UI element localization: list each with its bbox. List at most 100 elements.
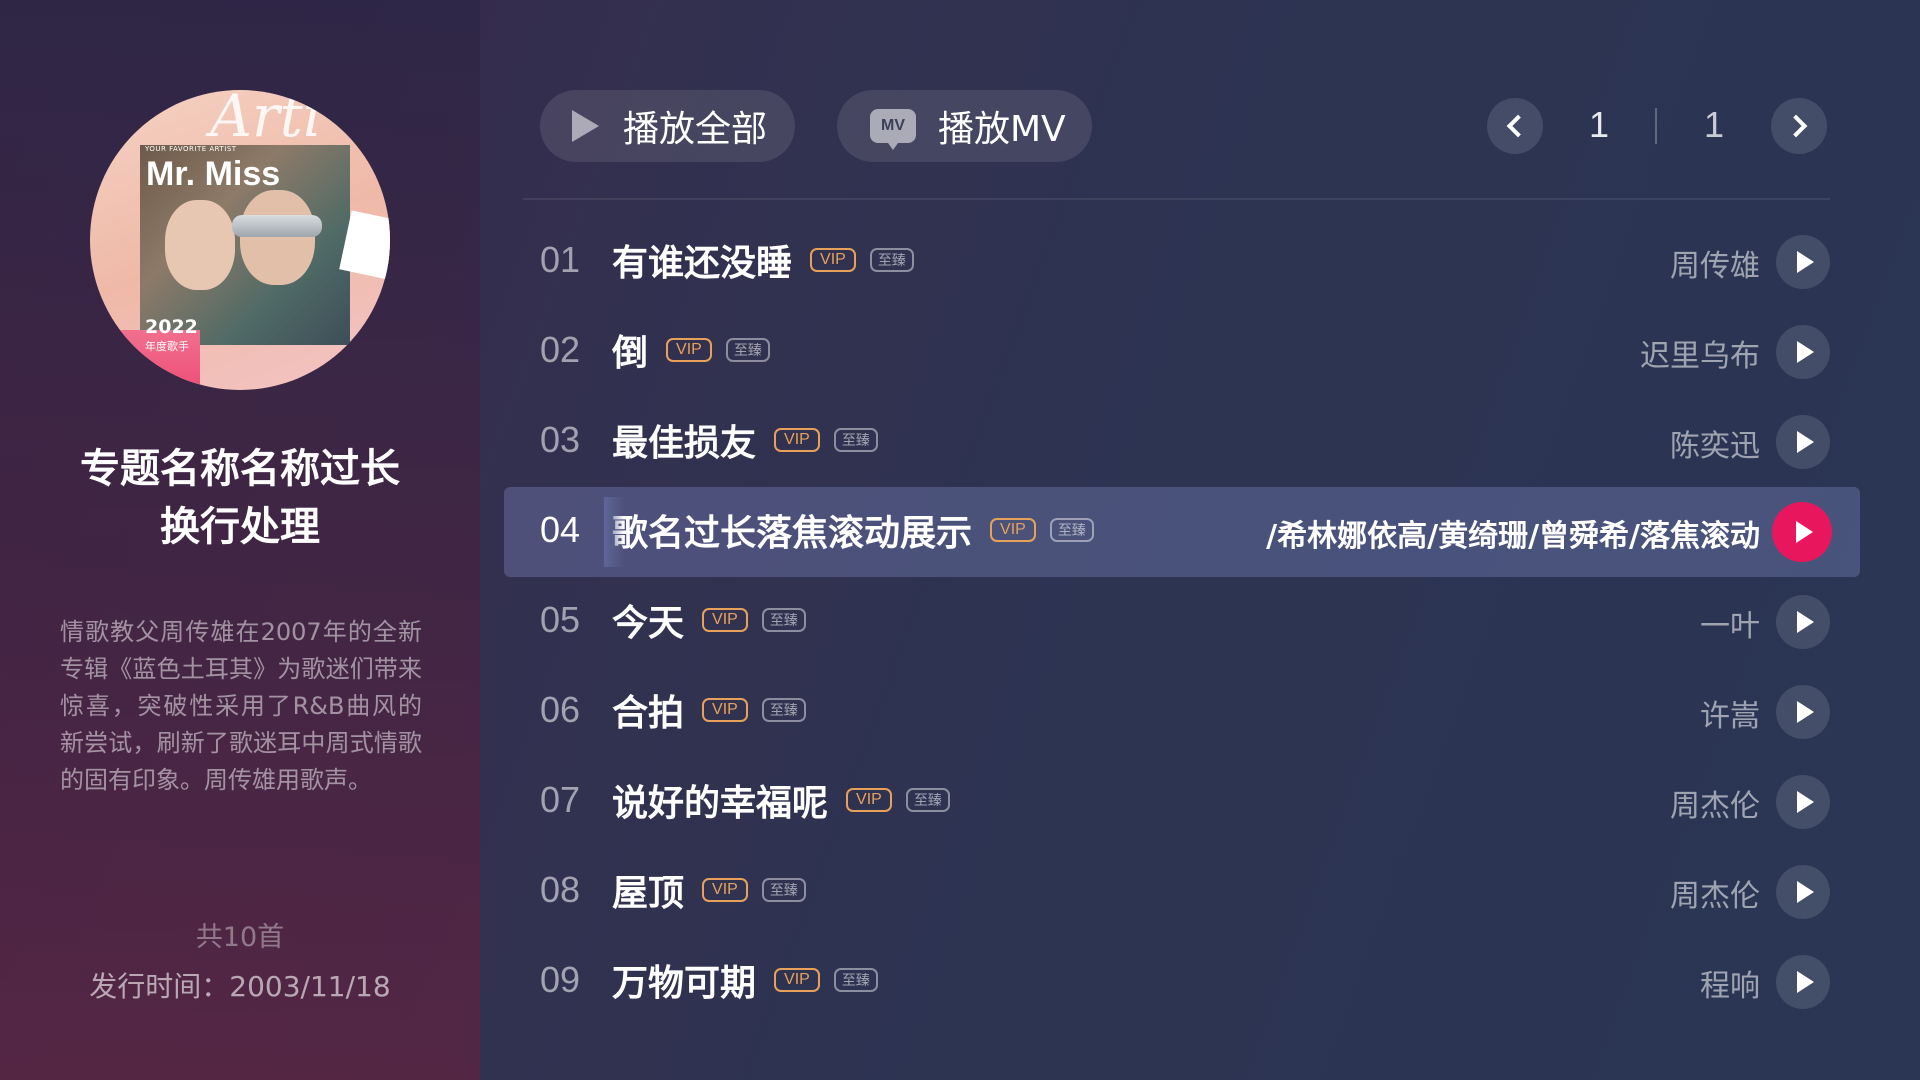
- track-row[interactable]: 01 有谁还没睡 VIP 至臻 周传雄: [504, 217, 1860, 307]
- track-title-group: 歌名过长落焦滚动展示 VIP 至臻: [612, 505, 1094, 555]
- album-title-line1: 专题名称名称过长: [80, 446, 400, 492]
- track-number: 06: [540, 689, 581, 730]
- track-artist: 一叶: [1700, 609, 1760, 644]
- release-date: 发行时间：2003/11/18: [89, 970, 391, 1003]
- cover-visor: [232, 215, 322, 237]
- cover-figure-left: [165, 200, 235, 290]
- play-icon: [1796, 521, 1813, 543]
- track-title-group: 万物可期 VIP 至臻: [612, 955, 878, 1005]
- vip-badge: VIP: [990, 518, 1036, 542]
- hifi-badge: 至臻: [869, 248, 914, 272]
- hifi-badge: 至臻: [725, 338, 770, 362]
- track-title-group: 说好的幸福呢 VIP 至臻: [612, 775, 950, 825]
- track-title-group: 合拍 VIP 至臻: [612, 685, 806, 735]
- track-row[interactable]: 09 万物可期 VIP 至臻 程响: [504, 937, 1860, 1027]
- cover-script-text: Arti: [210, 90, 322, 150]
- vip-badge: VIP: [702, 608, 748, 632]
- track-row[interactable]: 02 倒 VIP 至臻 迟里乌布: [504, 307, 1860, 397]
- current-page: 1: [1589, 104, 1610, 145]
- toolbar-divider: [523, 198, 1830, 200]
- track-play-button[interactable]: [1776, 955, 1830, 1009]
- track-artist: 迟里乌布: [1640, 339, 1760, 374]
- album-info-panel: Arti YOUR FAVORITE ARTIST Mr. Miss 2022 …: [0, 0, 480, 1080]
- play-mv-button[interactable]: MV 播放MV: [837, 90, 1092, 162]
- vip-badge: VIP: [774, 428, 820, 452]
- total-pages: 1: [1704, 104, 1725, 145]
- track-title: 有谁还没睡: [612, 243, 793, 284]
- track-title: 屋顶: [612, 873, 685, 914]
- pager: 1 1: [1487, 98, 1827, 154]
- pager-separator: [1655, 108, 1657, 144]
- hifi-badge: 至臻: [1049, 518, 1094, 542]
- track-row[interactable]: 05 今天 VIP 至臻 一叶: [504, 577, 1860, 667]
- cover-year: 2022: [145, 316, 198, 338]
- hifi-badge: 至臻: [761, 608, 806, 632]
- play-icon: [1797, 431, 1814, 453]
- track-number: 04: [540, 509, 581, 550]
- hifi-badge: 至臻: [905, 788, 950, 812]
- track-play-button[interactable]: [1776, 865, 1830, 919]
- play-mv-label: 播放MV: [938, 109, 1066, 150]
- hifi-badge: 至臻: [761, 698, 806, 722]
- track-artist: 许嵩: [1700, 699, 1760, 734]
- play-icon: [1797, 791, 1814, 813]
- track-row[interactable]: 06 合拍 VIP 至臻 许嵩: [504, 667, 1860, 757]
- track-title-group: 屋顶 VIP 至臻: [612, 865, 806, 915]
- track-artist: 程响: [1700, 969, 1760, 1004]
- track-row[interactable]: 07 说好的幸福呢 VIP 至臻 周杰伦: [504, 757, 1860, 847]
- track-play-button[interactable]: [1776, 685, 1830, 739]
- track-title-group: 今天 VIP 至臻: [612, 595, 806, 645]
- scroll-fade-mask: [604, 497, 624, 567]
- track-title-group: 倒 VIP 至臻: [612, 325, 770, 375]
- chevron-right-icon: [1784, 114, 1808, 138]
- track-title: 歌名过长落焦滚动展示: [612, 513, 973, 554]
- album-title: 专题名称名称过长 换行处理: [40, 440, 440, 556]
- track-number: 03: [540, 419, 581, 460]
- track-artist: 周传雄: [1670, 249, 1760, 284]
- track-number: 02: [540, 329, 581, 370]
- album-cover: Arti YOUR FAVORITE ARTIST Mr. Miss 2022 …: [90, 90, 390, 390]
- track-title: 说好的幸福呢: [612, 783, 829, 824]
- vip-badge: VIP: [702, 698, 748, 722]
- track-row-focused[interactable]: 04 歌名过长落焦滚动展示 VIP 至臻 /希林娜依高/黄绮珊/曾舜希/落焦滚动: [504, 487, 1860, 577]
- track-artist: 周杰伦: [1670, 879, 1760, 914]
- track-play-button[interactable]: [1776, 415, 1830, 469]
- play-all-label: 播放全部: [623, 109, 768, 150]
- track-title: 万物可期: [612, 963, 757, 1004]
- next-page-button[interactable]: [1771, 98, 1827, 154]
- play-icon: [1797, 971, 1814, 993]
- cover-small-text: YOUR FAVORITE ARTIST: [145, 145, 237, 153]
- track-title-group: 最佳损友 VIP 至臻: [612, 415, 878, 465]
- vip-badge: VIP: [774, 968, 820, 992]
- track-number: 01: [540, 239, 581, 280]
- track-number: 09: [540, 959, 581, 1000]
- track-artist: 陈奕迅: [1670, 429, 1760, 464]
- hifi-badge: 至臻: [833, 968, 878, 992]
- track-title: 最佳损友: [612, 423, 757, 464]
- track-play-button[interactable]: [1776, 775, 1830, 829]
- play-icon: [1797, 251, 1814, 273]
- track-artist: /希林娜依高/黄绮珊/曾舜希/落焦滚动: [1266, 519, 1760, 554]
- hifi-badge: 至臻: [833, 428, 878, 452]
- chevron-left-icon: [1506, 114, 1530, 138]
- cover-artist-name: Mr. Miss: [146, 155, 281, 193]
- vip-badge: VIP: [666, 338, 712, 362]
- vip-badge: VIP: [846, 788, 892, 812]
- play-icon: [1797, 881, 1814, 903]
- track-row[interactable]: 08 屋顶 VIP 至臻 周杰伦: [504, 847, 1860, 937]
- track-title: 倒: [612, 333, 649, 374]
- cover-figure-right: [240, 190, 315, 285]
- track-play-button[interactable]: [1772, 502, 1832, 562]
- album-title-line2: 换行处理: [160, 504, 320, 550]
- track-number: 05: [540, 599, 581, 640]
- track-artist: 周杰伦: [1670, 789, 1760, 824]
- prev-page-button[interactable]: [1487, 98, 1543, 154]
- track-play-button[interactable]: [1776, 595, 1830, 649]
- cover-subtitle: 年度歌手: [145, 340, 189, 353]
- track-play-button[interactable]: [1776, 235, 1830, 289]
- vip-badge: VIP: [810, 248, 856, 272]
- track-number: 08: [540, 869, 581, 910]
- play-all-button[interactable]: 播放全部: [540, 90, 795, 162]
- track-row[interactable]: 03 最佳损友 VIP 至臻 陈奕迅: [504, 397, 1860, 487]
- track-play-button[interactable]: [1776, 325, 1830, 379]
